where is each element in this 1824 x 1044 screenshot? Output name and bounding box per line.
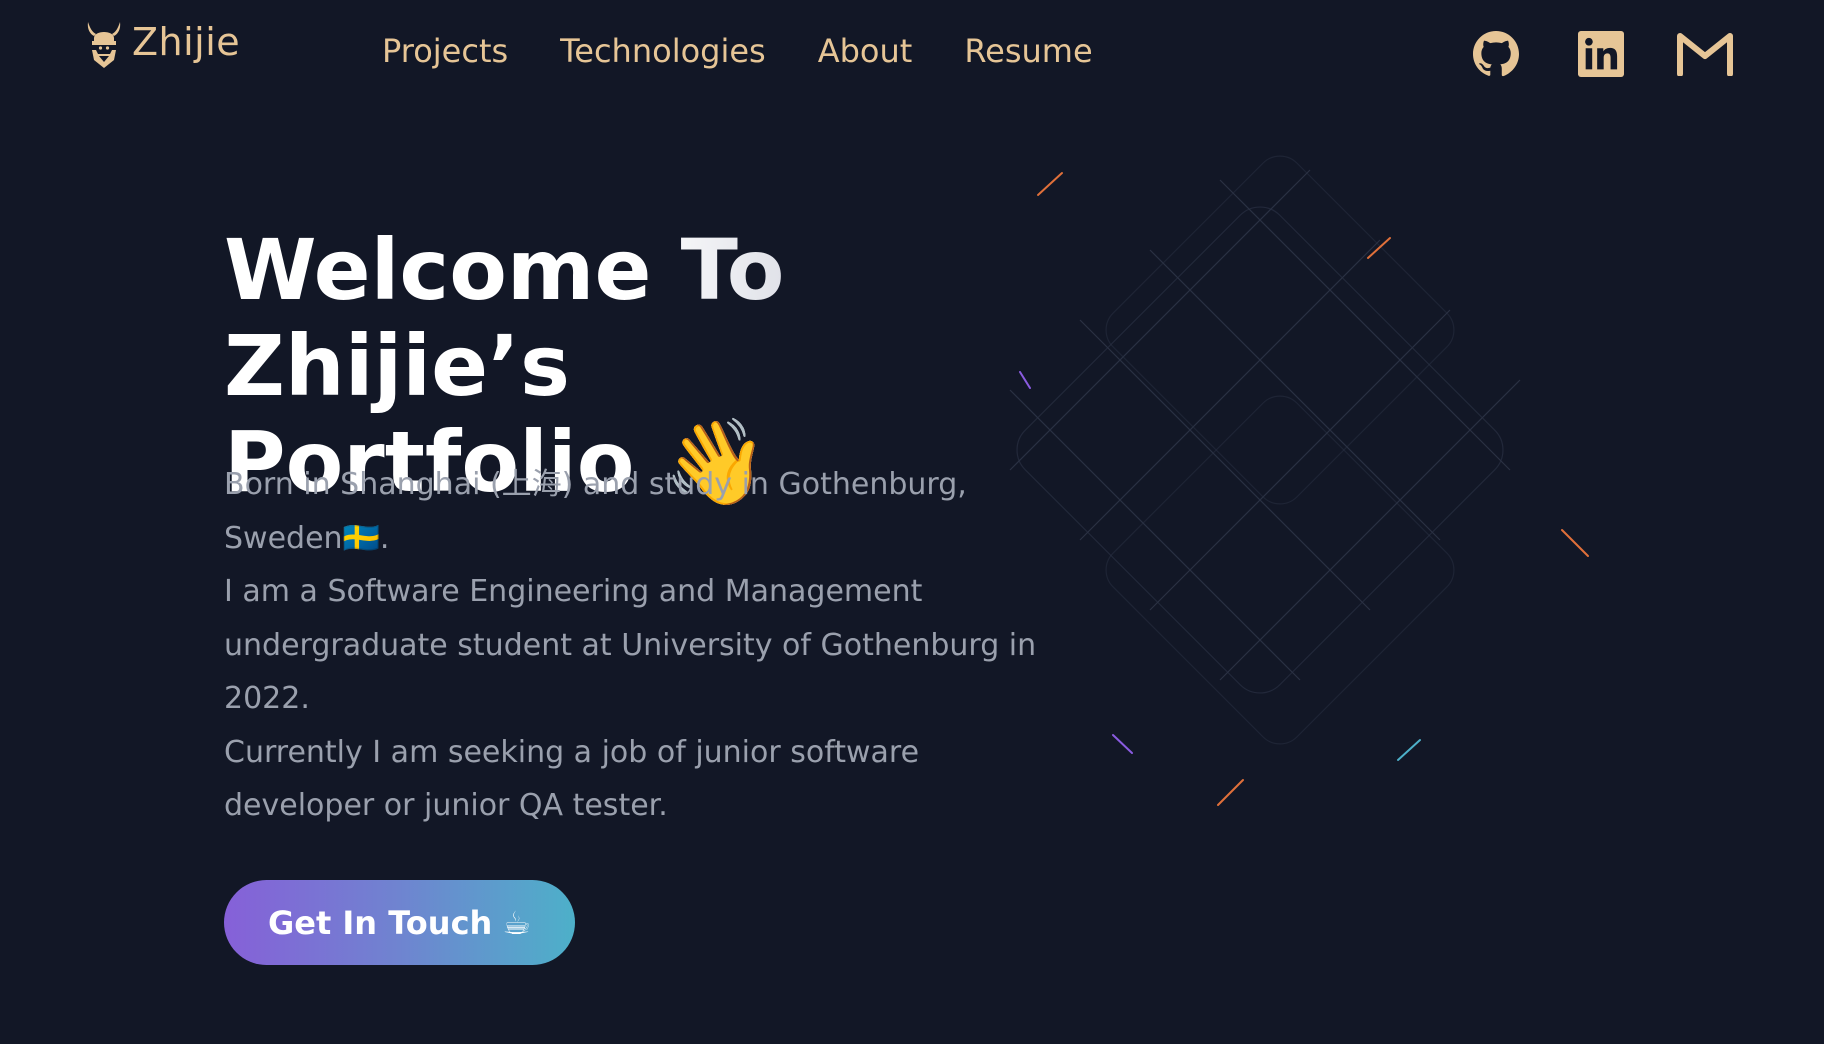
hero-title-line1: Welcome To Zhijie’s: [224, 221, 785, 415]
hero-description: Born in Shanghai (上海) and study in Gothe…: [224, 458, 1044, 833]
linkedin-link[interactable]: [1573, 26, 1629, 82]
get-in-touch-button[interactable]: Get In Touch ☕: [224, 880, 575, 965]
email-link[interactable]: [1677, 26, 1733, 82]
description-origin: Born in Shanghai (上海) and study in Gothe…: [224, 467, 967, 556]
linkedin-icon: [1578, 31, 1624, 77]
github-icon: [1473, 31, 1519, 77]
main-nav: Projects Technologies About Resume: [382, 32, 1093, 70]
nav-projects[interactable]: Projects: [382, 32, 508, 70]
coffee-emoji: ☕: [502, 903, 531, 942]
description-education: I am a Software Engineering and Manageme…: [224, 574, 1037, 716]
nav-resume[interactable]: Resume: [964, 32, 1092, 70]
github-link[interactable]: [1468, 26, 1524, 82]
portfolio-page: Zhijie Projects Technologies About Resum…: [0, 0, 1824, 1044]
nav-technologies[interactable]: Technologies: [560, 32, 766, 70]
brand-name: Zhijie: [132, 20, 241, 64]
get-in-touch-label: Get In Touch: [267, 903, 493, 942]
description-job-seeking: Currently I am seeking a job of junior s…: [224, 734, 920, 824]
viking-helmet-icon: [87, 22, 121, 68]
gmail-icon: [1677, 33, 1733, 76]
home-logo-link[interactable]: Zhijie: [84, 16, 240, 68]
site-header: Zhijie Projects Technologies About Resum…: [0, 0, 1824, 110]
nav-about[interactable]: About: [818, 32, 913, 70]
